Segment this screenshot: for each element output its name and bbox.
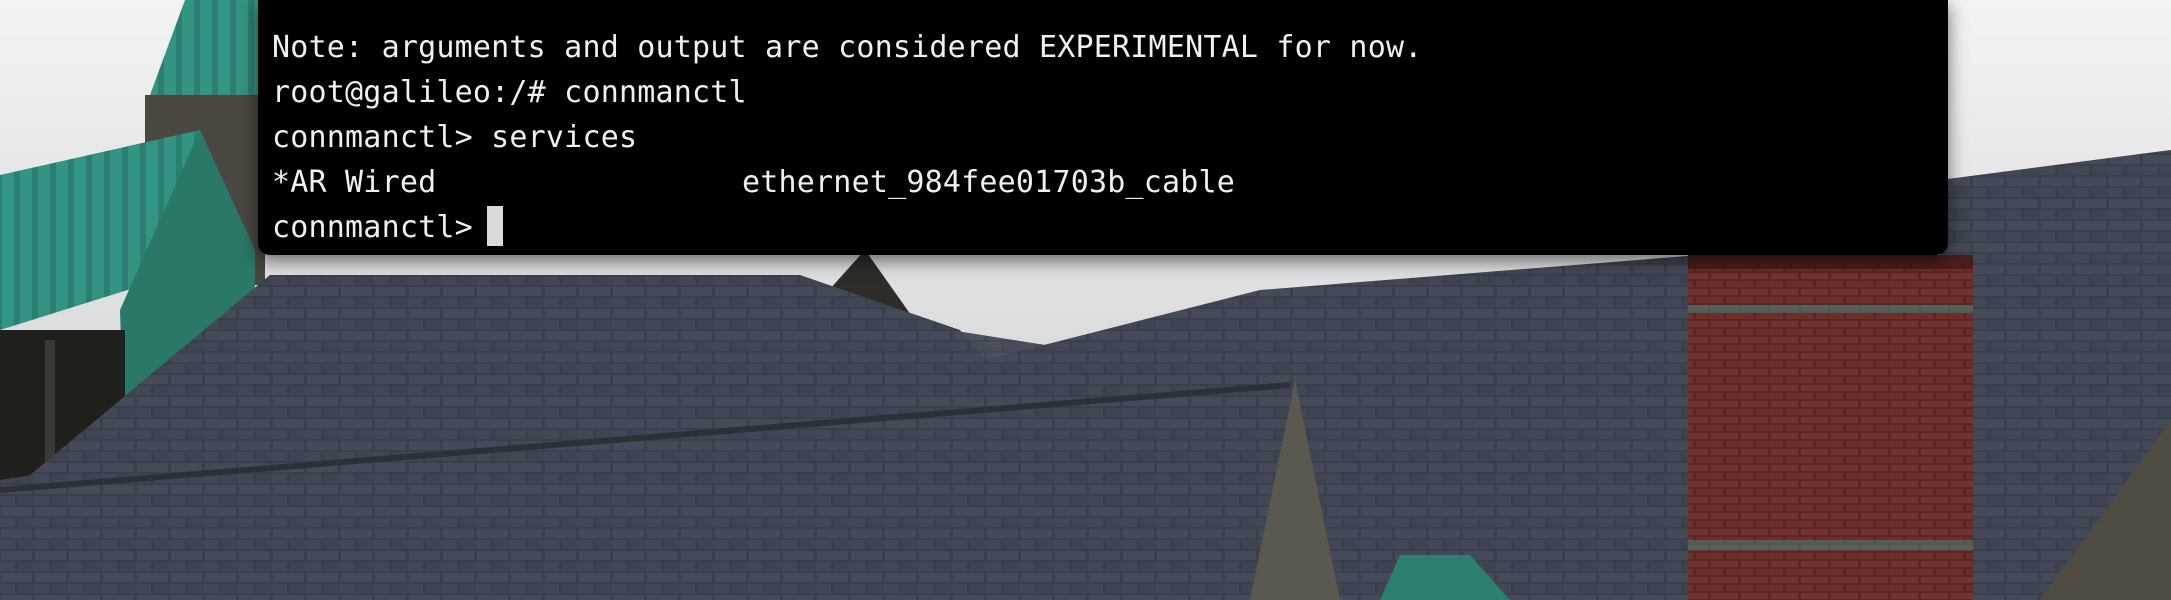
terminal-line-service-entry: *AR Wired ethernet_984fee01703b_cable — [272, 160, 1934, 205]
terminal-line-services: connmanctl> services — [272, 120, 638, 155]
terminal-output[interactable]: Note: arguments and output are considere… — [272, 25, 1934, 255]
terminal-line-note: Note: arguments and output are considere… — [272, 30, 1423, 65]
terminal-window[interactable]: Note: arguments and output are considere… — [258, 0, 1948, 255]
terminal-prompt: connmanctl> — [272, 210, 473, 245]
terminal-line-command: root@galileo:/# connmanctl — [272, 75, 747, 110]
terminal-prompt-line[interactable]: connmanctl> — [272, 205, 1934, 250]
terminal-cursor[interactable] — [486, 206, 503, 246]
service-name: *AR Wired — [272, 165, 437, 200]
service-identifier: ethernet_984fee01703b_cable — [742, 165, 1236, 200]
